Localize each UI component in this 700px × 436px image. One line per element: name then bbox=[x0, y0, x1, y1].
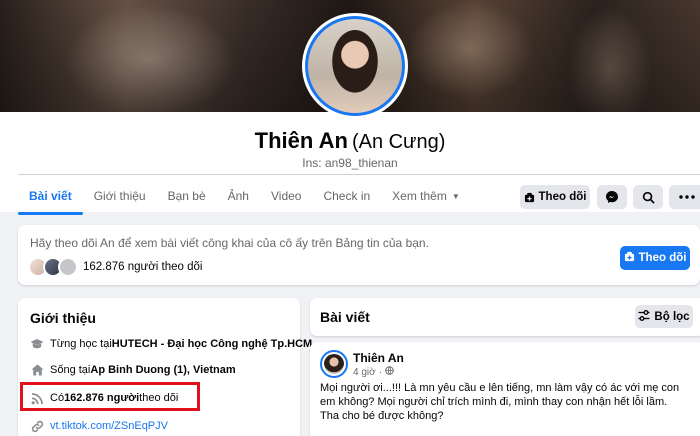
messenger-icon bbox=[605, 190, 619, 204]
profile-name-main: Thiên An bbox=[254, 128, 348, 153]
tab-label: Check in bbox=[323, 189, 371, 203]
banner-follow-button[interactable]: Theo dõi bbox=[620, 246, 690, 270]
lives-place[interactable]: Ap Binh Duong (1), Vietnam bbox=[90, 364, 235, 376]
intro-link: vt.tiktok.com/ZSnEqPJV bbox=[30, 419, 168, 433]
highlight-box bbox=[20, 382, 200, 411]
more-options-button[interactable] bbox=[669, 185, 700, 209]
followers-row[interactable]: 162.876 người theo dõi bbox=[28, 257, 202, 277]
post-author-avatar[interactable] bbox=[320, 350, 348, 378]
profile-alt-name: (An Cưng) bbox=[351, 131, 446, 153]
follow-icon bbox=[524, 192, 535, 203]
filter-button[interactable]: Bộ lọc bbox=[635, 305, 693, 328]
tab-about[interactable]: Giới thiệu bbox=[83, 178, 157, 214]
tab-friends[interactable]: Bạn bè bbox=[157, 178, 217, 214]
post-author-name[interactable]: Thiên An bbox=[353, 351, 404, 365]
intro-title: Giới thiệu bbox=[30, 310, 96, 326]
tab-label: Video bbox=[270, 189, 302, 203]
home-icon bbox=[30, 363, 44, 377]
lives-prefix: Sống tại bbox=[50, 364, 91, 376]
follower-avatar bbox=[58, 257, 78, 277]
globe-icon: · bbox=[379, 366, 394, 378]
post-time[interactable]: 4 giờ · bbox=[353, 366, 394, 378]
filter-icon bbox=[638, 309, 650, 324]
posts-title: Bài viết bbox=[320, 309, 370, 325]
tab-posts[interactable]: Bài viết bbox=[18, 178, 83, 215]
more-icon bbox=[679, 195, 695, 199]
profile-tabs: Bài viết Giới thiệu Bạn bè Ảnh Video Che… bbox=[18, 178, 471, 215]
follow-icon bbox=[624, 251, 635, 265]
messenger-button[interactable] bbox=[597, 185, 627, 209]
tab-label: Xem thêm bbox=[392, 189, 447, 203]
education-school[interactable]: HUTECH - Đại học Công nghệ Tp.HCM bbox=[112, 338, 312, 350]
intro-lives: Sống tại Ap Binh Duong (1), Vietnam bbox=[30, 363, 236, 377]
caret-down-icon: ▼ bbox=[451, 191, 460, 201]
follow-banner-text: Hãy theo dõi An để xem bài viết công kha… bbox=[30, 236, 429, 250]
header-divider bbox=[18, 174, 700, 175]
tab-photos[interactable]: Ảnh bbox=[217, 178, 260, 214]
post-body: Mọi người ơi...!!! Là mn yêu cầu e lên t… bbox=[320, 382, 680, 423]
banner-follow-label: Theo dõi bbox=[638, 252, 687, 264]
graduation-cap-icon bbox=[30, 337, 44, 351]
tab-video[interactable]: Video bbox=[260, 178, 312, 214]
profile-avatar[interactable] bbox=[302, 13, 408, 119]
profile-name: Thiên An (An Cưng) bbox=[0, 128, 700, 154]
tab-label: Bạn bè bbox=[167, 189, 206, 203]
follow-label: Theo dõi bbox=[538, 191, 587, 203]
intro-education: Từng học tại HUTECH - Đại học Công nghệ … bbox=[30, 337, 312, 351]
followers-count: 162.876 người theo dõi bbox=[83, 261, 203, 273]
tab-label: Bài viết bbox=[29, 189, 72, 203]
education-prefix: Từng học tại bbox=[50, 338, 112, 350]
search-icon bbox=[642, 191, 655, 204]
tab-checkin[interactable]: Check in bbox=[312, 178, 381, 214]
tiktok-link[interactable]: vt.tiktok.com/ZSnEqPJV bbox=[50, 420, 168, 432]
tab-label: Giới thiệu bbox=[93, 189, 146, 203]
profile-instagram: Ins: an98_thienan bbox=[302, 156, 398, 170]
tab-label: Ảnh bbox=[227, 189, 249, 203]
search-button[interactable] bbox=[633, 185, 663, 209]
filter-label: Bộ lọc bbox=[654, 310, 690, 323]
post-time-text: 4 giờ bbox=[353, 366, 376, 378]
link-icon bbox=[30, 419, 44, 433]
follow-button[interactable]: Theo dõi bbox=[520, 185, 590, 209]
tab-more[interactable]: Xem thêm ▼ bbox=[381, 178, 471, 214]
avatar-image bbox=[305, 16, 405, 116]
post-author-photo bbox=[324, 354, 344, 374]
